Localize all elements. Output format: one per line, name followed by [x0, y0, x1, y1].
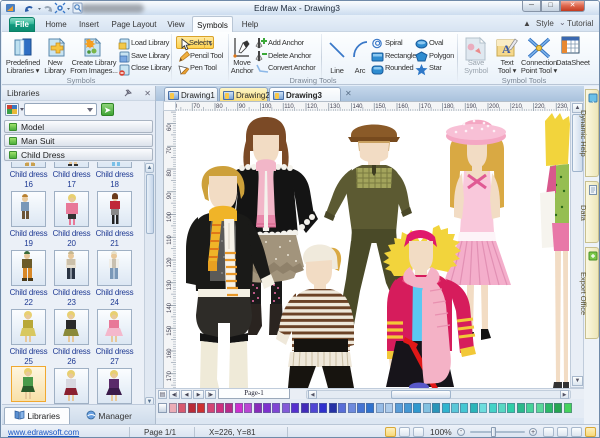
svg-text:?: ?: [588, 101, 594, 103]
svg-text:130: 130: [330, 104, 341, 110]
svg-text:110: 110: [167, 235, 173, 245]
svg-text:70: 70: [193, 104, 200, 110]
svg-text:210: 210: [512, 104, 523, 110]
svg-text:80: 80: [167, 169, 173, 176]
svg-text:110: 110: [284, 104, 294, 110]
svg-text:230: 230: [557, 104, 568, 110]
svg-text:160: 160: [167, 348, 173, 359]
svg-text:120: 120: [307, 104, 318, 110]
svg-text:100: 100: [167, 211, 173, 222]
svg-text:70: 70: [167, 146, 173, 153]
svg-text:100: 100: [262, 104, 273, 110]
svg-text:180: 180: [444, 104, 455, 110]
svg-text:150: 150: [375, 104, 386, 110]
svg-text:150: 150: [167, 325, 173, 336]
svg-text:160: 160: [398, 104, 409, 110]
svg-text:80: 80: [216, 104, 223, 110]
svg-text:190: 190: [466, 104, 477, 110]
svg-text:170: 170: [421, 104, 432, 110]
svg-text:130: 130: [167, 280, 173, 291]
svg-text:90: 90: [239, 104, 246, 110]
svg-text:140: 140: [353, 104, 364, 110]
svg-text:220: 220: [535, 104, 546, 110]
svg-text:90: 90: [167, 192, 173, 199]
svg-text:60: 60: [167, 124, 173, 131]
svg-text:60: 60: [176, 104, 178, 110]
svg-text:200: 200: [489, 104, 500, 110]
svg-text:140: 140: [167, 302, 173, 313]
svg-text:170: 170: [167, 371, 173, 382]
svg-text:120: 120: [167, 257, 173, 268]
